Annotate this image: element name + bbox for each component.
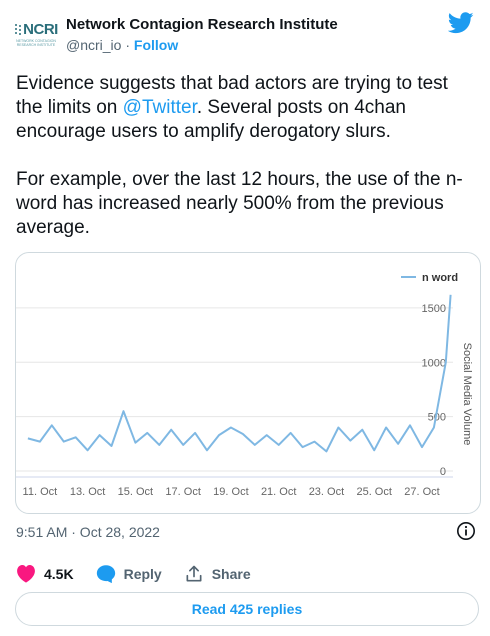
author-block: Network Contagion Research Institute @nc… <box>66 16 338 53</box>
chart-card[interactable]: 0 500 1000 1500 Social Media Volume 11. Oct 13… <box>15 252 481 514</box>
follow-button[interactable]: Follow <box>134 37 178 53</box>
speech-bubble-icon <box>96 565 115 584</box>
x-tick-label: 25. Oct <box>356 486 391 498</box>
series-line-n-word <box>27 294 452 453</box>
reply-button[interactable]: Reply <box>96 564 162 584</box>
x-tick-label: 21. Oct <box>261 486 296 498</box>
y-tick-label: 1500 <box>422 303 446 315</box>
x-tick-label: 13. Oct <box>70 486 105 498</box>
x-tick-label: 23. Oct <box>309 486 344 498</box>
line-chart: 050010001500Social Media Volume11. Oct 13… <box>16 272 473 498</box>
like-button[interactable]: 4.5K <box>16 565 74 583</box>
tweet-text: Evidence suggests that bad actors are tr… <box>16 72 476 264</box>
twitter-bird-icon[interactable] <box>448 12 474 34</box>
ncri-logo: NCRI <box>14 21 58 38</box>
heart-icon <box>17 565 35 583</box>
logo-text: NCRI <box>23 21 58 38</box>
logo-subtext: NETWORK CONTAGION RESEARCH INSTITUTE <box>16 39 56 47</box>
x-tick-label: 11. Oct <box>23 486 58 498</box>
author-avatar[interactable]: NCRI NETWORK CONTAGION RESEARCH INSTITUT… <box>14 14 58 54</box>
info-icon[interactable] <box>456 521 476 541</box>
tweet-header: NCRI NETWORK CONTAGION RESEARCH INSTITUT… <box>14 12 474 60</box>
tweet-paragraph-1: Evidence suggests that bad actors are tr… <box>16 72 476 144</box>
share-label: Share <box>211 566 251 582</box>
share-arrow-icon <box>186 565 202 582</box>
tweet-paragraph-2: For example, over the last 12 hours, the… <box>16 169 463 238</box>
y-tick-label: 1000 <box>422 357 446 369</box>
like-count: 4.5K <box>44 566 74 582</box>
read-replies-button[interactable]: Read 425 replies <box>15 592 479 626</box>
tweet-timestamp[interactable]: 9:51 AM · Oct 28, 2022 <box>16 524 160 540</box>
x-tick-label: 27. Oct <box>404 486 439 498</box>
tweet-actions: 4.5K Reply Share <box>16 562 273 586</box>
twitter-mention-link[interactable]: @Twitter <box>123 97 197 118</box>
share-button[interactable]: Share <box>184 564 251 584</box>
y-tick-label: 0 <box>440 466 446 478</box>
x-tick-label: 17. Oct <box>165 486 200 498</box>
author-meta: @ncri_io · Follow <box>66 37 338 53</box>
y-axis-title: Social Media Volume <box>461 343 473 446</box>
x-tick-label: 15. Oct <box>118 486 153 498</box>
reply-label: Reply <box>123 566 162 582</box>
author-name[interactable]: Network Contagion Research Institute <box>66 16 338 33</box>
dotted-mark-icon <box>15 23 22 35</box>
x-tick-label: 19. Oct <box>213 486 248 498</box>
legend-label: n word <box>422 272 458 284</box>
author-handle[interactable]: @ncri_io <box>66 37 121 53</box>
meta-separator: · <box>121 37 134 53</box>
